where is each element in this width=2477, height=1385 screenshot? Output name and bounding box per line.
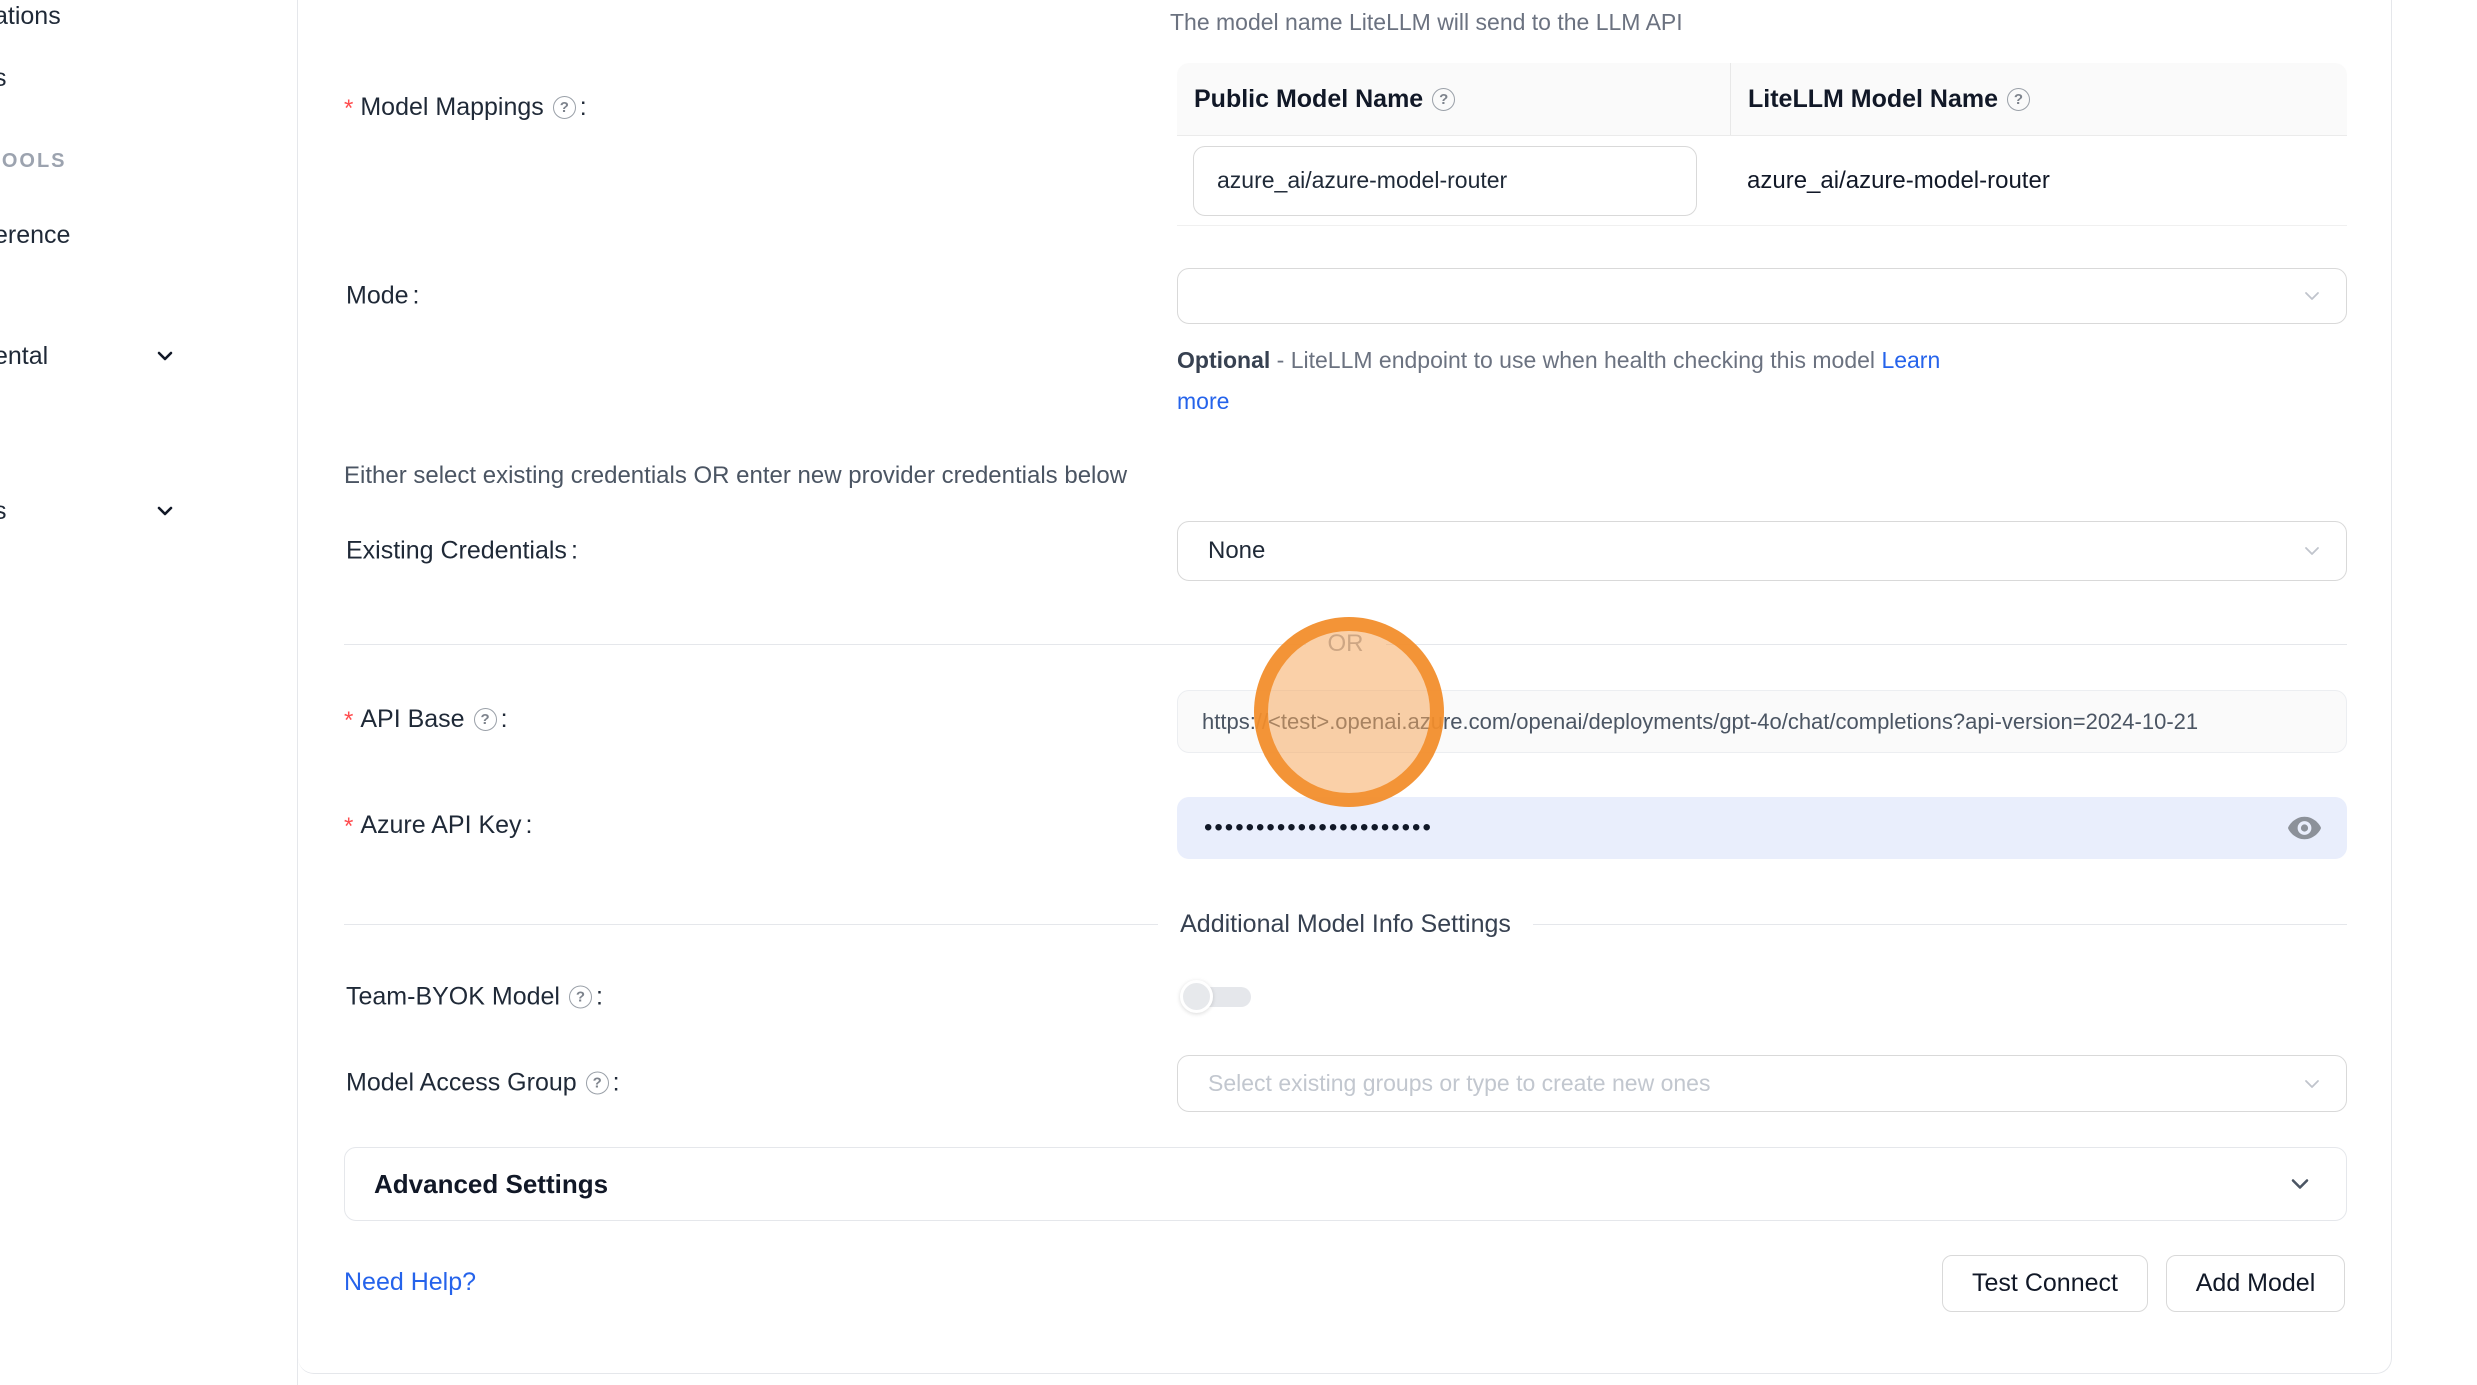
add-model-button[interactable]: Add Model <box>2166 1255 2345 1312</box>
existing-credentials-label: Existing Credentials : <box>346 537 578 566</box>
model-access-group-select[interactable]: Select existing groups or type to create… <box>1177 1055 2347 1112</box>
chevron-down-icon <box>2286 1170 2314 1198</box>
sidebar-item-settings[interactable]: s <box>0 497 7 526</box>
chevron-down-icon <box>153 344 177 368</box>
api-base-value: https://<test>.openai.azure.com/openai/d… <box>1178 709 2198 735</box>
public-model-name-header: Public Model Name ? <box>1177 63 1730 135</box>
add-model-form-page: ations s TOOLS erence ental s The model … <box>0 0 2477 1385</box>
need-help-link[interactable]: Need Help? <box>344 1268 476 1297</box>
sidebar: ations s TOOLS erence ental s <box>0 0 298 1385</box>
model-access-group-label: Model Access Group ? : <box>346 1069 620 1098</box>
model-mappings-table: Public Model Name ? LiteLLM Model Name ?… <box>1177 63 2347 226</box>
chevron-down-icon <box>153 499 177 523</box>
mode-help-text: Optional - LiteLLM endpoint to use when … <box>1177 347 1940 374</box>
model-name-hint: The model name LiteLLM will send to the … <box>1170 9 1683 36</box>
masked-api-key: •••••••••••••••••••••• <box>1177 816 1433 840</box>
chevron-down-icon <box>2300 539 2324 563</box>
sidebar-item-organizations[interactable]: ations <box>0 2 61 31</box>
litellm-model-name-value: azure_ai/azure-model-router <box>1730 136 2347 225</box>
help-tooltip-icon[interactable]: ? <box>553 96 576 119</box>
public-model-name-input[interactable]: azure_ai/azure-model-router <box>1193 146 1697 216</box>
advanced-settings-title: Advanced Settings <box>345 1169 608 1200</box>
additional-info-divider-label: Additional Model Info Settings <box>1158 910 1533 939</box>
api-base-label: * API Base ? : <box>344 703 508 735</box>
toggle-knob <box>1180 980 1213 1013</box>
api-base-input[interactable]: https://<test>.openai.azure.com/openai/d… <box>1177 690 2347 753</box>
existing-credentials-value: None <box>1178 537 1265 565</box>
model-access-group-placeholder: Select existing groups or type to create… <box>1178 1070 1710 1097</box>
or-divider: OR <box>344 630 2347 658</box>
additional-info-divider: Additional Model Info Settings <box>344 910 2347 939</box>
help-tooltip-icon[interactable]: ? <box>586 1072 609 1095</box>
sidebar-item-logs[interactable]: s <box>0 64 7 93</box>
eye-icon[interactable] <box>2286 813 2323 843</box>
credentials-note: Either select existing credentials OR en… <box>344 462 1127 490</box>
chevron-down-icon <box>2300 1072 2324 1096</box>
existing-credentials-select[interactable]: None <box>1177 521 2347 581</box>
mode-select[interactable] <box>1177 268 2347 324</box>
help-tooltip-icon[interactable]: ? <box>474 708 497 731</box>
sidebar-item-inference[interactable]: erence <box>0 221 70 250</box>
learn-more-link[interactable]: Learn <box>1881 347 1940 373</box>
model-mappings-label: * Model Mappings ? : <box>344 91 587 123</box>
learn-more-link[interactable]: more <box>1177 388 1229 414</box>
required-asterisk: * <box>344 813 353 841</box>
help-tooltip-icon[interactable]: ? <box>2007 88 2030 111</box>
help-tooltip-icon[interactable]: ? <box>1432 88 1455 111</box>
advanced-settings-panel[interactable]: Advanced Settings <box>344 1147 2347 1221</box>
required-asterisk: * <box>344 95 353 123</box>
chevron-down-icon <box>2300 284 2324 308</box>
azure-api-key-input[interactable]: •••••••••••••••••••••• <box>1177 797 2347 859</box>
model-mappings-table-header: Public Model Name ? LiteLLM Model Name ? <box>1177 63 2347 136</box>
test-connect-button[interactable]: Test Connect <box>1942 1255 2148 1312</box>
litellm-model-name-header: LiteLLM Model Name ? <box>1730 63 2347 135</box>
model-mappings-table-row: azure_ai/azure-model-router azure_ai/azu… <box>1177 136 2347 226</box>
team-byok-toggle[interactable] <box>1180 980 1252 1014</box>
sidebar-item-experimental[interactable]: ental <box>0 342 48 371</box>
mode-help-text-line2: more <box>1177 388 1229 415</box>
azure-api-key-label: * Azure API Key : <box>344 809 533 841</box>
help-tooltip-icon[interactable]: ? <box>569 986 592 1009</box>
required-asterisk: * <box>344 707 353 735</box>
mode-label: Mode : <box>346 282 420 311</box>
sidebar-section-tools: TOOLS <box>0 150 67 173</box>
team-byok-label: Team-BYOK Model ? : <box>346 983 603 1012</box>
or-divider-label: OR <box>1306 630 1386 658</box>
